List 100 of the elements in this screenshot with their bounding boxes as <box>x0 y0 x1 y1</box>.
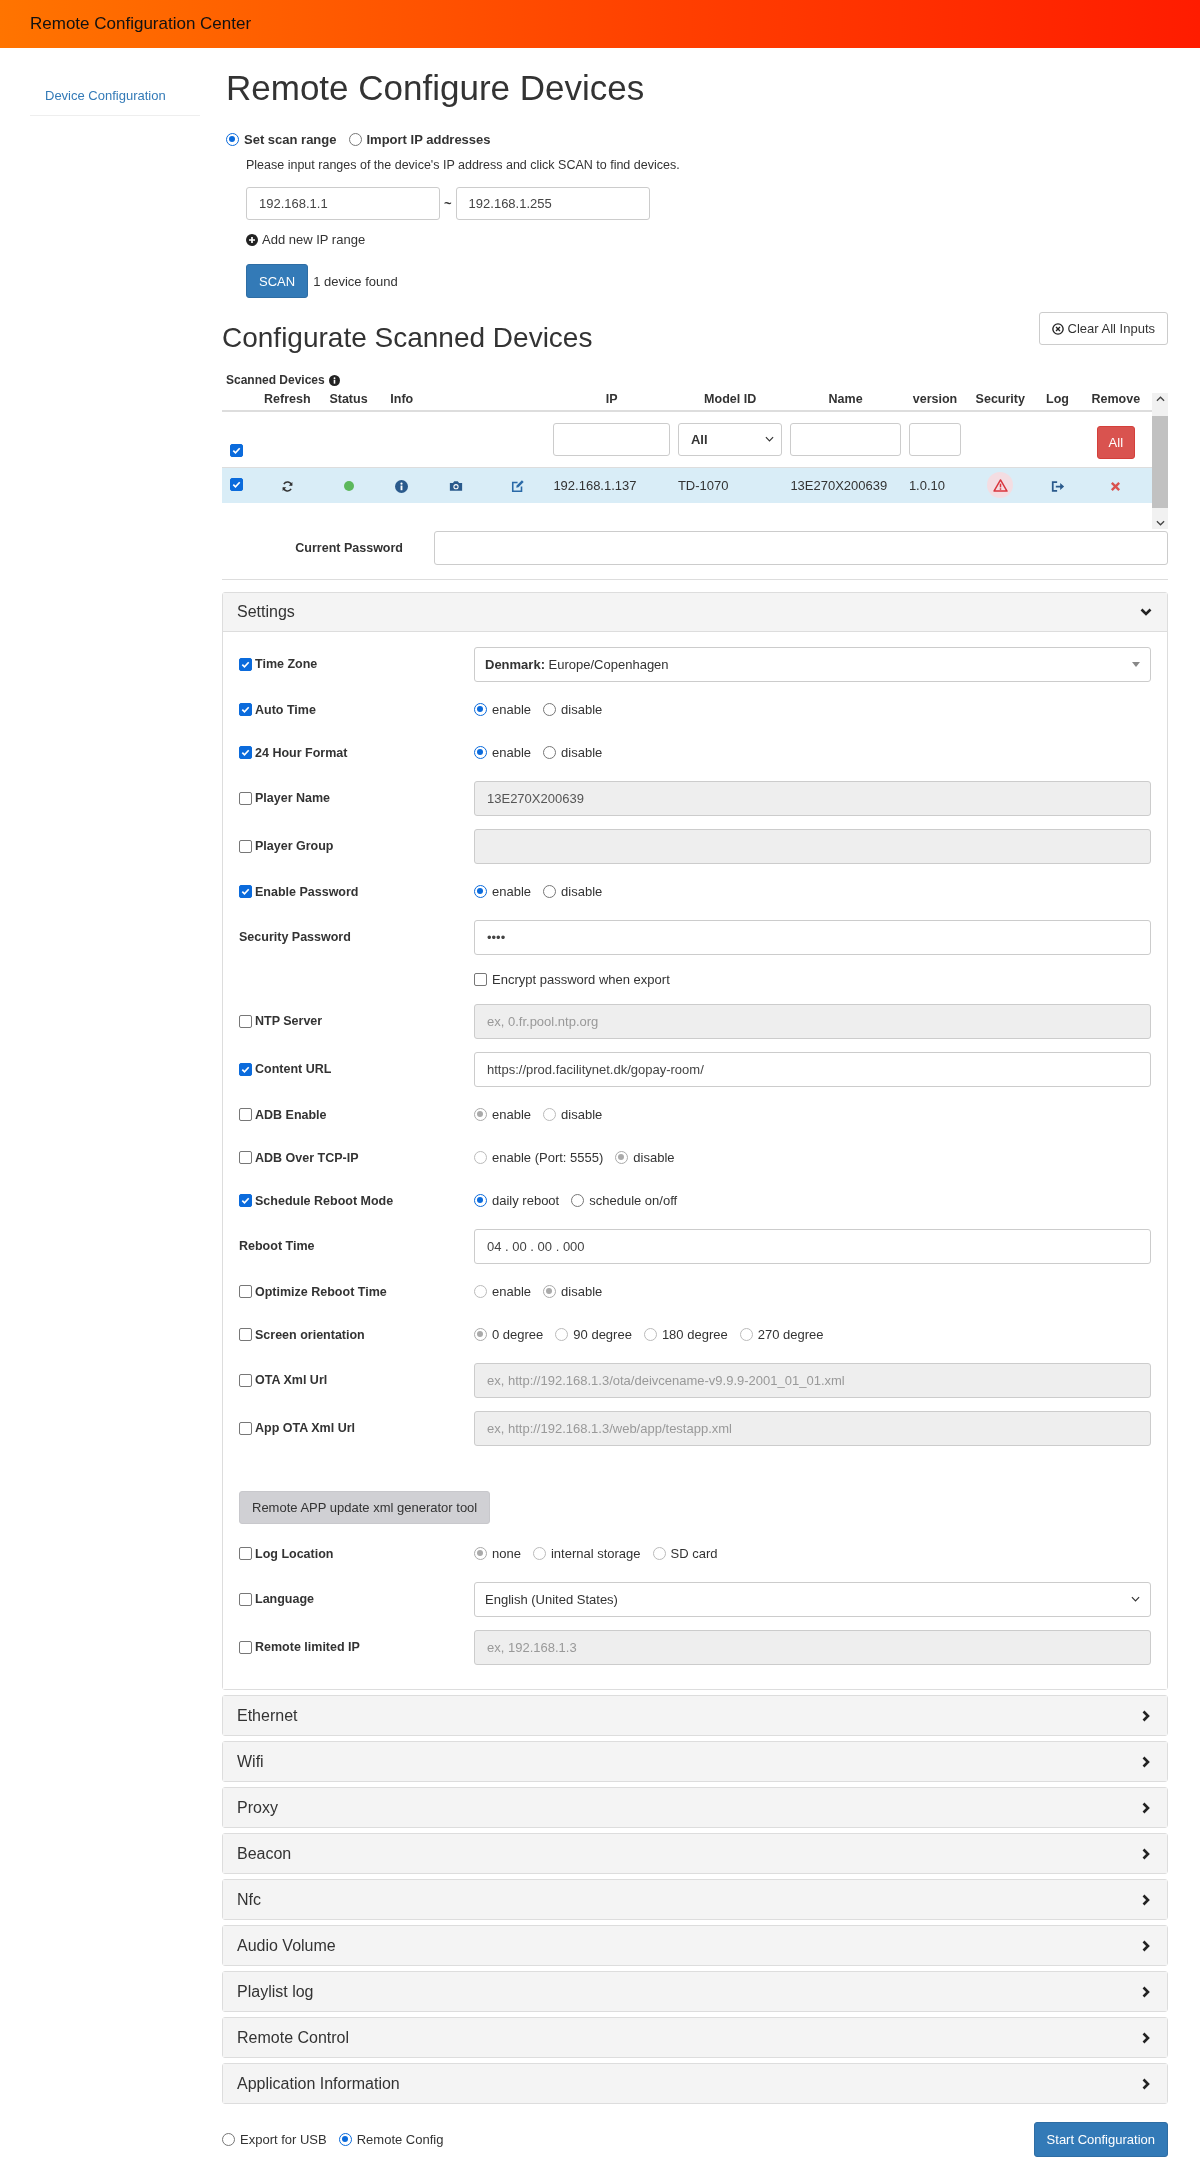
password-field[interactable] <box>434 531 1168 565</box>
accordion-header[interactable]: Proxy <box>223 1788 1167 1827</box>
accordion-header[interactable]: Remote Control <box>223 2018 1167 2057</box>
radio-button[interactable] <box>338 2133 352 2146</box>
radio-label: internal storage <box>550 1546 641 1561</box>
checkbox[interactable] <box>230 477 243 491</box>
scroll-down-icon[interactable] <box>1155 520 1165 526</box>
accordion-header[interactable]: Ethernet <box>223 1696 1167 1735</box>
radio-button[interactable] <box>543 703 557 716</box>
result-text: 1 device found <box>313 273 398 289</box>
radio-button[interactable] <box>348 133 362 146</box>
field-label: Auto Time <box>255 702 316 717</box>
checkbox[interactable] <box>239 746 252 759</box>
input-field[interactable]: 04 . 00 . 00 . 000 <box>474 1228 1151 1264</box>
chevron-right-icon <box>1140 1893 1152 1906</box>
radio-button[interactable] <box>474 746 487 759</box>
security-warning-button[interactable] <box>987 472 1014 499</box>
radio-button[interactable] <box>571 1194 585 1207</box>
accordion-header[interactable]: Nfc <box>223 1880 1167 1919</box>
dropdown-field[interactable]: Denmark: Europe/Copenhagen <box>474 646 1151 682</box>
input-field[interactable]: 192.168.1.1 <box>246 187 440 220</box>
radio-label: enable <box>492 884 532 899</box>
checkbox[interactable] <box>239 703 252 716</box>
range-separator: ~ <box>444 196 452 211</box>
generator-tool-button[interactable]: Remote APP update xml generator tool <box>239 1490 491 1524</box>
field-label: ADB Enable <box>255 1107 327 1122</box>
radio-label: disable <box>561 1284 603 1299</box>
checkbox[interactable] <box>474 972 487 986</box>
accordion-header[interactable]: Wifi <box>223 1742 1167 1781</box>
radio-label: none <box>492 1546 521 1561</box>
chevron-right-icon <box>1140 1709 1152 1722</box>
field-label: App OTA Xml Url <box>255 1421 355 1435</box>
field-label: Time Zone <box>255 657 318 671</box>
filter-field[interactable] <box>908 422 962 456</box>
clear-inputs-button[interactable]: Clear All Inputs <box>1038 312 1168 345</box>
checkbox[interactable] <box>239 657 252 671</box>
logout-icon[interactable] <box>1050 479 1065 493</box>
radio-label: 90 degree <box>573 1327 632 1342</box>
checkbox[interactable] <box>239 1194 252 1207</box>
radio-label: enable <box>492 1284 532 1299</box>
model-filter-select[interactable]: All <box>677 422 782 456</box>
chevron-right-icon <box>1140 1939 1152 1952</box>
camera-icon[interactable] <box>448 480 463 493</box>
field-label: NTP Server <box>255 1014 323 1028</box>
radio-button[interactable] <box>474 1194 487 1207</box>
chevron-right-icon <box>1140 2031 1152 2044</box>
input-field[interactable]: https://prod.facilitynet.dk/gopay-room/ <box>474 1051 1151 1087</box>
radio-button[interactable] <box>543 885 557 898</box>
radio-label: enable <box>492 702 532 717</box>
radio-button[interactable] <box>222 2133 235 2146</box>
field-label: Optimize Reboot Time <box>255 1284 387 1299</box>
remove-all-button[interactable]: All <box>1096 426 1136 460</box>
checkbox-label: Encrypt password when export <box>492 971 670 987</box>
field-label: Content URL <box>255 1062 332 1076</box>
chevron-right-icon <box>1140 1985 1152 1998</box>
accordion-header[interactable]: Application Information <box>223 2064 1167 2103</box>
plus-circle-icon <box>246 233 258 246</box>
column-header: Model ID <box>704 391 757 406</box>
checkbox[interactable] <box>239 885 252 898</box>
radio-label: daily reboot <box>492 1193 560 1208</box>
accordion-header[interactable]: Playlist log <box>223 1972 1167 2011</box>
column-header: Security <box>975 391 1025 406</box>
radio-button[interactable] <box>543 746 557 759</box>
filter-field[interactable] <box>790 422 901 456</box>
info-icon[interactable] <box>395 479 409 493</box>
add-range-link[interactable]: Add new IP range <box>246 232 1168 247</box>
radio-label: 270 degree <box>757 1327 824 1342</box>
column-header: Remove <box>1091 391 1141 406</box>
scan-button[interactable]: SCAN <box>246 264 309 298</box>
edit-icon[interactable] <box>511 479 526 494</box>
scrollbar[interactable] <box>1152 393 1168 529</box>
checkbox[interactable] <box>230 443 243 457</box>
app-title: Remote Configuration Center <box>30 14 252 34</box>
warning-icon <box>992 478 1008 492</box>
section-title: Configurate Scanned Devices <box>222 321 593 355</box>
accordion-header[interactable]: Settings <box>223 593 1167 632</box>
start-configuration-button[interactable]: Start Configuration <box>1033 2122 1168 2157</box>
filter-field[interactable] <box>553 422 670 456</box>
table-cell: 13E270X200639 <box>790 477 888 493</box>
field-label: Screen orientation <box>255 1327 365 1342</box>
input-field[interactable]: 192.168.1.255 <box>455 187 650 220</box>
checkbox[interactable] <box>239 1592 252 1606</box>
chevron-right-icon <box>1140 1847 1152 1860</box>
checkbox[interactable] <box>239 1062 252 1076</box>
chevron-right-icon <box>1140 1801 1152 1814</box>
delete-icon[interactable] <box>1110 480 1122 492</box>
field-label: Language <box>255 1592 315 1606</box>
scroll-up-icon[interactable] <box>1155 396 1165 402</box>
refresh-icon[interactable] <box>280 479 294 493</box>
field-label: OTA Xml Url <box>255 1373 328 1387</box>
sidebar-link[interactable]: Device Configuration <box>30 76 200 116</box>
accordion-header[interactable]: Beacon <box>223 1834 1167 1873</box>
radio-button[interactable] <box>474 885 487 898</box>
column-header: Info <box>390 391 414 406</box>
input-field[interactable]: •••• <box>474 919 1151 955</box>
radio-button[interactable] <box>474 703 487 716</box>
accordion-header[interactable]: Audio Volume <box>223 1926 1167 1965</box>
radio-button[interactable] <box>226 133 239 146</box>
info-icon <box>328 374 340 386</box>
dropdown-field[interactable]: English (United States) <box>474 1581 1151 1617</box>
